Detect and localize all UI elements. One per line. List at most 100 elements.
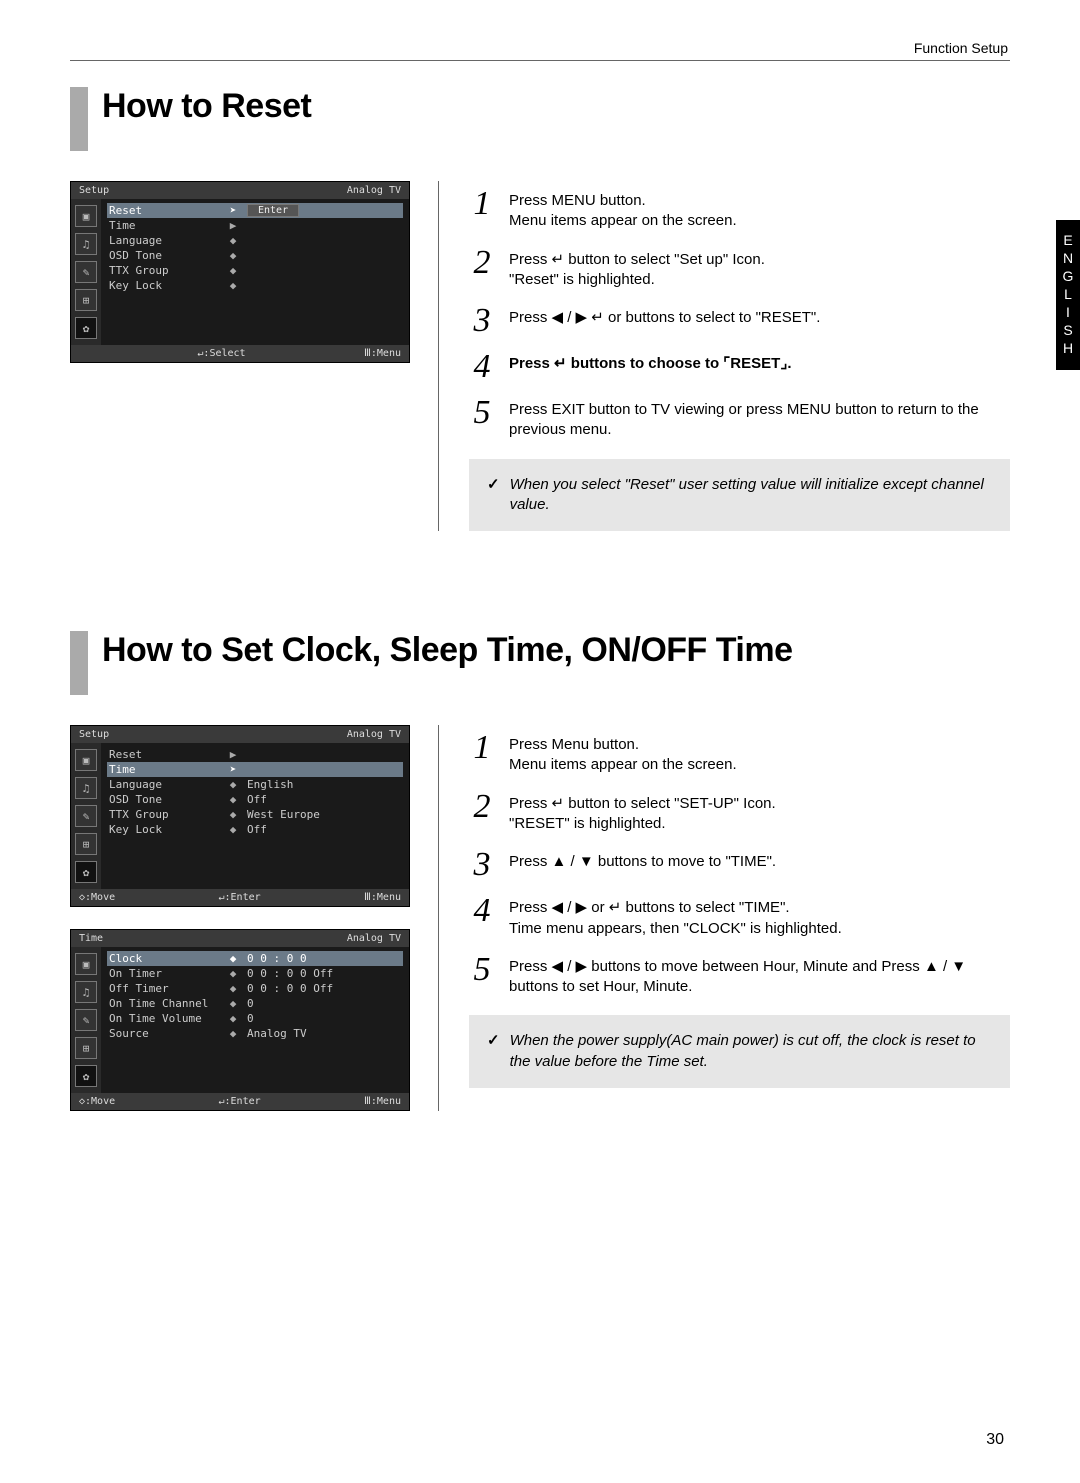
osd-tab-icon: ⊞ (75, 1037, 97, 1059)
step-text: Press ◀ / ▶ ↵ or buttons to select to "R… (509, 306, 820, 328)
osd-row: Source◆Analog TV (107, 1026, 403, 1041)
osd-list: Reset▶ Time➤ Language◆English OSD Tone◆O… (101, 743, 409, 889)
osd-tab-icon: ✎ (75, 1009, 97, 1031)
page: Function Setup ENGLISH How to Reset Setu… (0, 0, 1080, 1483)
osd-tab-icon: ♫ (75, 777, 97, 799)
osd-tab-icon: ♫ (75, 981, 97, 1003)
step: 1 Press Menu button.Menu items appear on… (469, 733, 1010, 776)
osd-header: SetupAnalog TV (71, 726, 409, 743)
heading-bar (70, 631, 88, 695)
osd-tab-icon: ⊞ (75, 289, 97, 311)
osd-tab-icon: ✎ (75, 261, 97, 283)
step-text: Press ↵ button to select "Set up" Icon."… (509, 248, 765, 291)
step-number: 4 (469, 896, 495, 926)
osd-list: Clock◆0 0 : 0 0 On Timer◆0 0 : 0 0 Off O… (101, 947, 409, 1093)
osd-tab-icon: ✿ (75, 861, 97, 883)
section2-heading: How to Set Clock, Sleep Time, ON/OFF Tim… (70, 631, 1010, 695)
page-number: 30 (986, 1431, 1004, 1449)
step-text: Press ◀ / ▶ or ↵ buttons to select "TIME… (509, 896, 842, 939)
osd-body: ▣ ♫ ✎ ⊞ ✿ Reset➤Enter Time▶ Language◆ OSD To… (71, 199, 409, 345)
section1-title: How to Reset (102, 87, 311, 126)
osd-row: OSD Tone◆ (107, 248, 403, 263)
section1-block: SetupAnalog TV ▣ ♫ ✎ ⊞ ✿ Reset➤Enter Time▶ L… (70, 181, 1010, 531)
osd-row: Key Lock◆Off (107, 822, 403, 837)
osd-column: SetupAnalog TV ▣ ♫ ✎ ⊞ ✿ Reset▶ Time➤ Langua… (70, 725, 410, 1111)
step-number: 5 (469, 955, 495, 985)
osd-tab-icon: ✿ (75, 1065, 97, 1087)
osd-screenshot-setup: SetupAnalog TV ▣ ♫ ✎ ⊞ ✿ Reset➤Enter Time▶ L… (70, 181, 410, 363)
note-box: ✓ When you select "Reset" user setting v… (469, 459, 1010, 532)
section1-heading: How to Reset (70, 87, 1010, 151)
step-number: 1 (469, 733, 495, 763)
osd-tab-icon: ▣ (75, 749, 97, 771)
step-text: Press EXIT button to TV viewing or press… (509, 398, 1010, 441)
osd-icon-bar: ▣ ♫ ✎ ⊞ ✿ (71, 199, 101, 345)
osd-footer: ◇:Move ↵:Enter Ⅲ:Menu (71, 1093, 409, 1110)
step-text: Press Menu button.Menu items appear on t… (509, 733, 737, 776)
osd-row: On Time Channel◆0 (107, 996, 403, 1011)
osd-body: ▣ ♫ ✎ ⊞ ✿ Clock◆0 0 : 0 0 On Timer◆0 0 : 0 0… (71, 947, 409, 1093)
step: 2 Press ↵ button to select "Set up" Icon… (469, 248, 1010, 291)
osd-body: ▣ ♫ ✎ ⊞ ✿ Reset▶ Time➤ Language◆English OSD … (71, 743, 409, 889)
osd-tab-icon: ✎ (75, 805, 97, 827)
osd-row: On Time Volume◆0 (107, 1011, 403, 1026)
step-number: 4 (469, 352, 495, 382)
osd-column: SetupAnalog TV ▣ ♫ ✎ ⊞ ✿ Reset➤Enter Time▶ L… (70, 181, 410, 531)
step-number: 1 (469, 189, 495, 219)
step-number: 2 (469, 792, 495, 822)
osd-tab-icon: ⊞ (75, 833, 97, 855)
section1-steps: 1 Press MENU button.Menu items appear on… (438, 181, 1010, 531)
osd-row: TTX Group◆ (107, 263, 403, 278)
step: 4 Press ↵ buttons to choose to ⌜RESET⌟. (469, 352, 1010, 382)
step-text: Press ▲ / ▼ buttons to move to "TIME". (509, 850, 776, 872)
osd-footer: ↵:Select Ⅲ:Menu (71, 345, 409, 362)
step: 2 Press ↵ button to select "SET-UP" Icon… (469, 792, 1010, 835)
osd-screenshot-time: TimeAnalog TV ▣ ♫ ✎ ⊞ ✿ Clock◆0 0 : 0 0 On T… (70, 929, 410, 1111)
osd-row: Clock◆0 0 : 0 0 (107, 951, 403, 966)
osd-tab-icon: ▣ (75, 205, 97, 227)
osd-row: Off Timer◆0 0 : 0 0 Off (107, 981, 403, 996)
language-tab: ENGLISH (1056, 220, 1080, 370)
osd-footer: ◇:Move ↵:Enter Ⅲ:Menu (71, 889, 409, 906)
step: 3 Press ◀ / ▶ ↵ or buttons to select to … (469, 306, 1010, 336)
step: 1 Press MENU button.Menu items appear on… (469, 189, 1010, 232)
osd-row: TTX Group◆West Europe (107, 807, 403, 822)
note-text: When the power supply(AC main power) is … (510, 1031, 992, 1072)
osd-icon-bar: ▣ ♫ ✎ ⊞ ✿ (71, 743, 101, 889)
step-text: Press ↵ buttons to choose to ⌜RESET⌟. (509, 352, 792, 374)
section2-steps: 1 Press Menu button.Menu items appear on… (438, 725, 1010, 1111)
step-number: 3 (469, 306, 495, 336)
section2-block: SetupAnalog TV ▣ ♫ ✎ ⊞ ✿ Reset▶ Time➤ Langua… (70, 725, 1010, 1111)
osd-icon-bar: ▣ ♫ ✎ ⊞ ✿ (71, 947, 101, 1093)
osd-row: OSD Tone◆Off (107, 792, 403, 807)
section2-title: How to Set Clock, Sleep Time, ON/OFF Tim… (102, 631, 793, 670)
step: 5 Press EXIT button to TV viewing or pre… (469, 398, 1010, 441)
osd-row: Time▶ (107, 218, 403, 233)
osd-row: Reset➤Enter (107, 203, 403, 218)
step-number: 2 (469, 248, 495, 278)
osd-header: SetupAnalog TV (71, 182, 409, 199)
header-category: Function Setup (70, 40, 1010, 56)
osd-tab-icon: ▣ (75, 953, 97, 975)
osd-tab-icon: ♫ (75, 233, 97, 255)
step: 4 Press ◀ / ▶ or ↵ buttons to select "TI… (469, 896, 1010, 939)
step-text: Press ↵ button to select "SET-UP" Icon."… (509, 792, 776, 835)
check-icon: ✓ (487, 1031, 500, 1072)
heading-bar (70, 87, 88, 151)
step: 3 Press ▲ / ▼ buttons to move to "TIME". (469, 850, 1010, 880)
step-number: 3 (469, 850, 495, 880)
osd-row: Key Lock◆ (107, 278, 403, 293)
osd-list: Reset➤Enter Time▶ Language◆ OSD Tone◆ TT… (101, 199, 409, 345)
osd-row: Reset▶ (107, 747, 403, 762)
step-text: Press ◀ / ▶ buttons to move between Hour… (509, 955, 1010, 998)
osd-row: Time➤ (107, 762, 403, 777)
osd-row: On Timer◆0 0 : 0 0 Off (107, 966, 403, 981)
step-number: 5 (469, 398, 495, 428)
osd-header: TimeAnalog TV (71, 930, 409, 947)
check-icon: ✓ (487, 475, 500, 516)
divider (70, 60, 1010, 61)
step-text: Press MENU button.Menu items appear on t… (509, 189, 737, 232)
osd-tab-icon: ✿ (75, 317, 97, 339)
note-text: When you select "Reset" user setting val… (510, 475, 992, 516)
osd-row: Language◆English (107, 777, 403, 792)
